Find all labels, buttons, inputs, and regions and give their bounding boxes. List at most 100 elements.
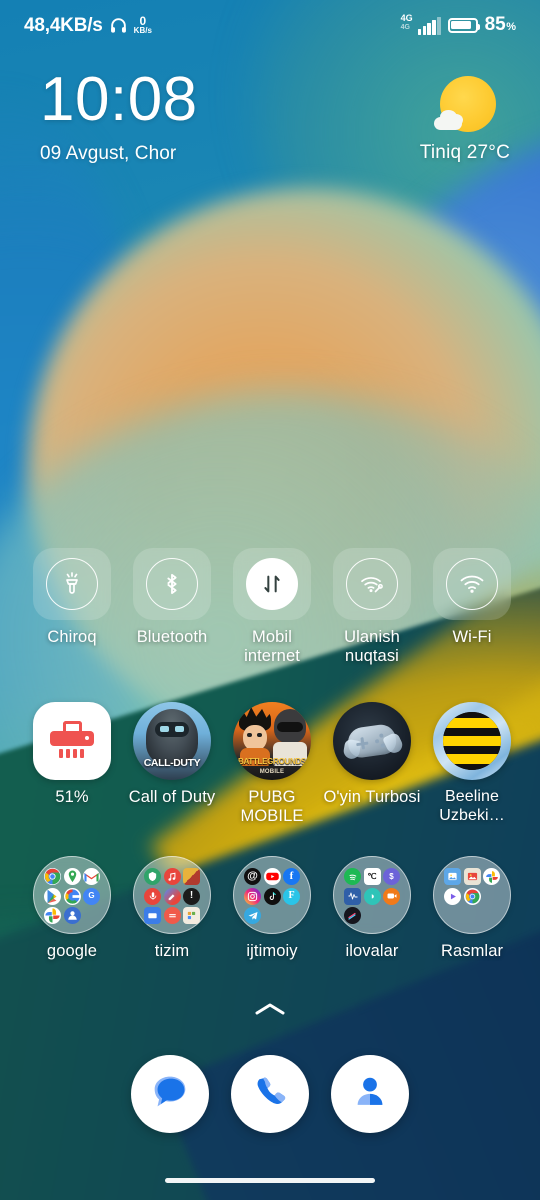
folder-tizim[interactable]: ! tizim [123, 856, 221, 961]
app-label: Call of Duty [128, 788, 216, 806]
folder-label: ijtimoiy [246, 942, 298, 960]
network-speed-text: 48,4KB/s [24, 15, 103, 36]
toggle-wifi[interactable]: Wi-Fi [423, 548, 521, 667]
status-bar: 48,4KB/s 0 KB/s 4G 4G 85 % [0, 0, 540, 50]
pubg-badge-text: BATTLEGROUNDS [238, 757, 306, 766]
gradient-app-icon [344, 907, 361, 924]
app-call-of-duty[interactable]: CALL-DUTY Call of Duty [123, 702, 221, 827]
clock-date: 09 Avgust, Chor [40, 142, 177, 164]
folder-preview[interactable]: ℃ $ ◑ [333, 856, 411, 934]
toggle-label: Ulanish nuqtasi [344, 628, 400, 666]
google-translate-icon: G [83, 887, 100, 905]
gallery-icon [444, 868, 461, 885]
toggle-label: Wi-Fi [452, 628, 492, 646]
pubg-badge-sub: MOBILE [259, 769, 285, 775]
clock-weather-widget[interactable]: 10:08 09 Avgust, Chor Tiniq 27°C [0, 65, 540, 165]
status-bar-left: 48,4KB/s 0 KB/s [24, 15, 152, 35]
video-recorder-icon [383, 887, 400, 905]
toggle-label: Mobil internet [244, 628, 300, 666]
folder-preview[interactable]: @ f F [233, 856, 311, 934]
quick-toggles-row: Chiroq Bluetooth Mobil internet Ulanish … [0, 548, 540, 667]
google-classroom-icon [63, 907, 81, 924]
phone-icon [248, 1070, 292, 1119]
folder-rasmlar[interactable]: Rasmlar [423, 856, 521, 961]
app-cleaner[interactable]: 51% [23, 702, 121, 827]
folders-row: G google ! tizim @ f F ijtimoiy ℃ $ ◑ il… [0, 856, 540, 961]
home-indicator-bar[interactable] [165, 1178, 375, 1183]
app-game-turbo[interactable]: O'yin Turbosi [323, 702, 421, 827]
app-label: 51% [55, 788, 89, 806]
contacts-icon [348, 1070, 392, 1119]
toggle-label: Chiroq [47, 628, 97, 646]
image-viewer-icon [463, 868, 481, 885]
audio-wave-icon [344, 887, 361, 905]
secondary-speed: 0 KB/s [134, 15, 152, 35]
faceapp-icon: F [283, 887, 300, 905]
dock-phone-button[interactable] [231, 1055, 309, 1133]
cleaner-icon [163, 887, 181, 905]
facebook-icon: f [283, 868, 300, 885]
secondary-speed-unit: KB/s [133, 26, 152, 35]
shredder-cleaner-icon[interactable] [33, 702, 111, 780]
play-store-icon [44, 887, 61, 905]
mi-apps-icon [183, 907, 200, 924]
folder-ilovalar[interactable]: ℃ $ ◑ ilovalar [323, 856, 421, 961]
notes-dark-icon: ! [183, 887, 200, 905]
toggle-chiroq[interactable]: Chiroq [23, 548, 121, 667]
youtube-icon [263, 868, 281, 885]
chevron-up-icon[interactable] [253, 1003, 287, 1022]
spotify-icon [344, 868, 361, 885]
clock-time: 10:08 [40, 65, 198, 134]
folder-preview[interactable]: ! [133, 856, 211, 934]
weather-text: Tiniq 27°C [419, 142, 510, 163]
network-type-label: 4G [400, 13, 413, 23]
google-photos-icon [483, 868, 500, 885]
toggle-bluetooth[interactable]: Bluetooth [123, 548, 221, 667]
toggle-label: Bluetooth [136, 628, 208, 646]
app-drawer-handle[interactable] [0, 1000, 540, 1023]
data-transfer-icon [246, 558, 298, 610]
network-type-label-secondary: 4G [400, 24, 410, 31]
maps-icon [63, 868, 81, 885]
game-turbo-icon[interactable] [333, 702, 411, 780]
calculator-icon [163, 907, 181, 924]
google-photos-icon [44, 907, 61, 924]
app-beeline[interactable]: Beeline Uzbeki… [423, 702, 521, 827]
dock-messages-button[interactable] [131, 1055, 209, 1133]
signal-bars-icon: 4G 4G [400, 13, 441, 35]
security-icon [144, 868, 161, 885]
folder-ijtimoiy[interactable]: @ f F ijtimoiy [223, 856, 321, 961]
battery-percent: 85% [485, 14, 516, 36]
app-pubg-mobile[interactable]: BATTLEGROUNDS MOBILE PUBG MOBILE [223, 702, 321, 827]
app-label: O'yin Turbosi [323, 788, 421, 806]
instagram-icon [244, 887, 261, 905]
dock [0, 1055, 540, 1133]
toggle-hotspot[interactable]: Ulanish nuqtasi [323, 548, 421, 667]
files-icon [144, 907, 161, 924]
battery-icon [447, 17, 481, 33]
call-of-duty-icon[interactable]: CALL-DUTY [133, 702, 211, 780]
chrome-icon [463, 887, 481, 905]
headphone-icon [109, 16, 128, 35]
app-label: PUBG MOBILE [240, 788, 304, 826]
folder-preview[interactable] [433, 856, 511, 934]
toggle-mobil-internet[interactable]: Mobil internet [223, 548, 321, 667]
bluetooth-icon [146, 558, 198, 610]
beeline-icon[interactable] [433, 702, 511, 780]
flashlight-icon [46, 558, 98, 610]
folder-preview[interactable]: G [33, 856, 111, 934]
home-screen: 48,4KB/s 0 KB/s 4G 4G 85 % 10:08 09 Avgu… [0, 0, 540, 1200]
weather-block[interactable]: Tiniq 27°C [420, 70, 510, 164]
folder-label: Rasmlar [440, 942, 504, 960]
dock-contacts-button[interactable] [331, 1055, 409, 1133]
cod-badge-text: CALL-DUTY [143, 757, 201, 769]
recorder-icon [144, 887, 161, 905]
tiktok-icon [263, 887, 281, 905]
wifi-icon [446, 558, 498, 610]
clock-block[interactable]: 10:08 09 Avgust, Chor [40, 65, 198, 165]
pubg-mobile-icon[interactable]: BATTLEGROUNDS MOBILE [233, 702, 311, 780]
folder-google[interactable]: G google [23, 856, 121, 961]
gmail-icon [83, 868, 100, 885]
app-label: Beeline Uzbeki… [439, 788, 505, 824]
messages-icon [147, 1069, 193, 1120]
